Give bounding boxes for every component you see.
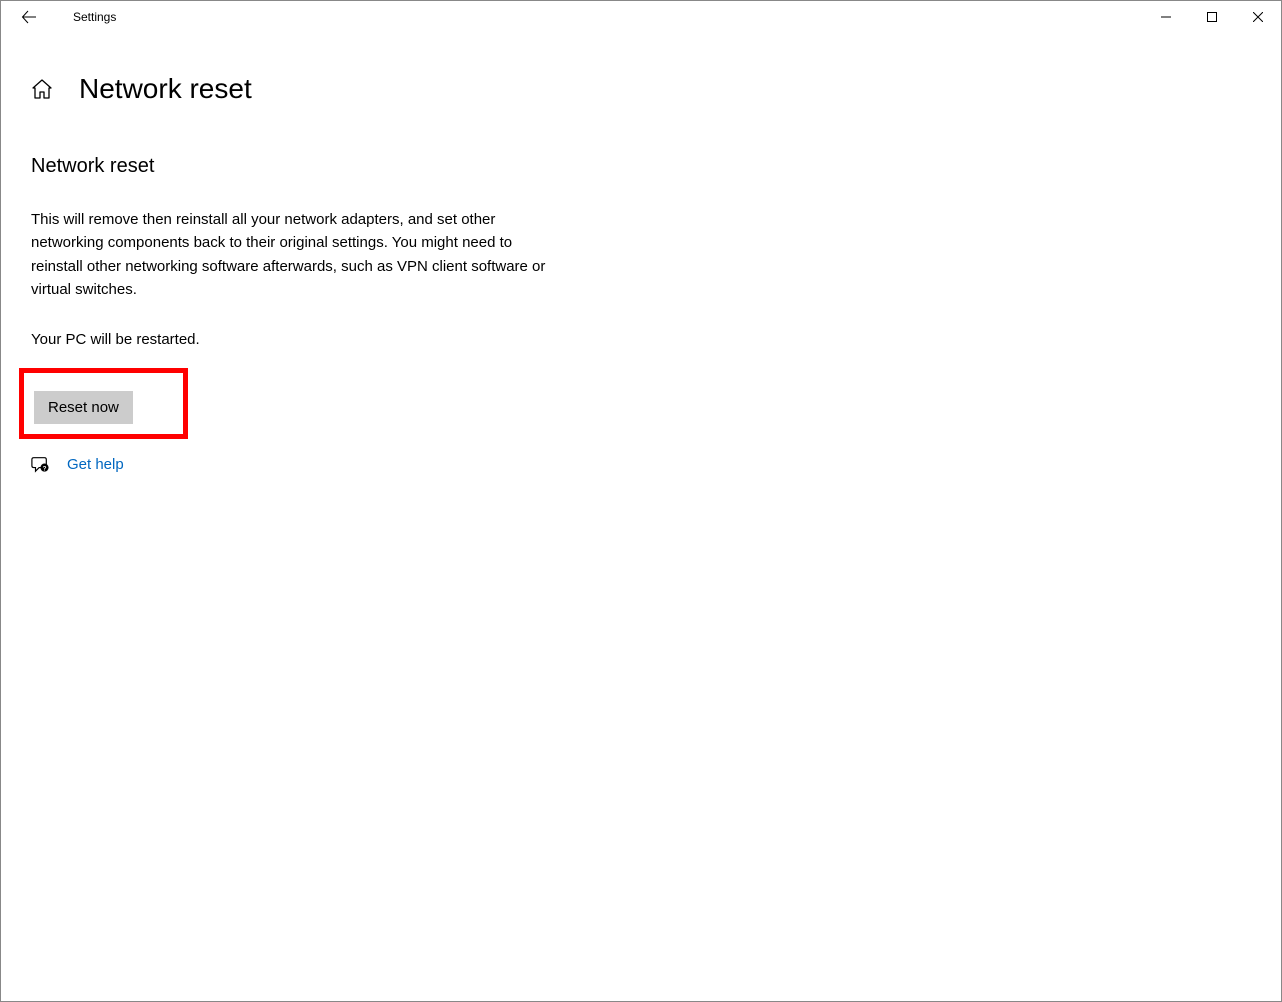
svg-text:?: ? <box>43 465 47 472</box>
section-heading: Network reset <box>31 155 1251 178</box>
help-row: ? Get help <box>31 455 1251 473</box>
highlight-annotation: Reset now <box>19 368 188 439</box>
home-icon <box>31 78 53 100</box>
get-help-icon-wrapper: ? <box>31 455 49 473</box>
reset-now-button[interactable]: Reset now <box>34 391 133 424</box>
arrow-left-icon <box>21 9 37 25</box>
content-area: Network reset Network reset This will re… <box>1 33 1281 473</box>
home-button[interactable] <box>31 78 53 100</box>
description-text: This will remove then reinstall all your… <box>31 208 561 301</box>
restart-note: Your PC will be restarted. <box>31 331 1251 348</box>
back-button[interactable] <box>15 3 43 31</box>
close-button[interactable] <box>1235 1 1281 33</box>
maximize-button[interactable] <box>1189 1 1235 33</box>
window-controls <box>1143 1 1281 33</box>
close-icon <box>1253 12 1263 22</box>
help-chat-icon: ? <box>31 455 49 473</box>
minimize-icon <box>1161 12 1171 22</box>
window-title: Settings <box>73 10 116 24</box>
titlebar-left: Settings <box>15 3 116 31</box>
header-row: Network reset <box>31 73 1251 105</box>
maximize-icon <box>1207 12 1217 22</box>
page-title: Network reset <box>79 73 252 105</box>
get-help-link[interactable]: Get help <box>67 456 124 473</box>
minimize-button[interactable] <box>1143 1 1189 33</box>
titlebar: Settings <box>1 1 1281 33</box>
